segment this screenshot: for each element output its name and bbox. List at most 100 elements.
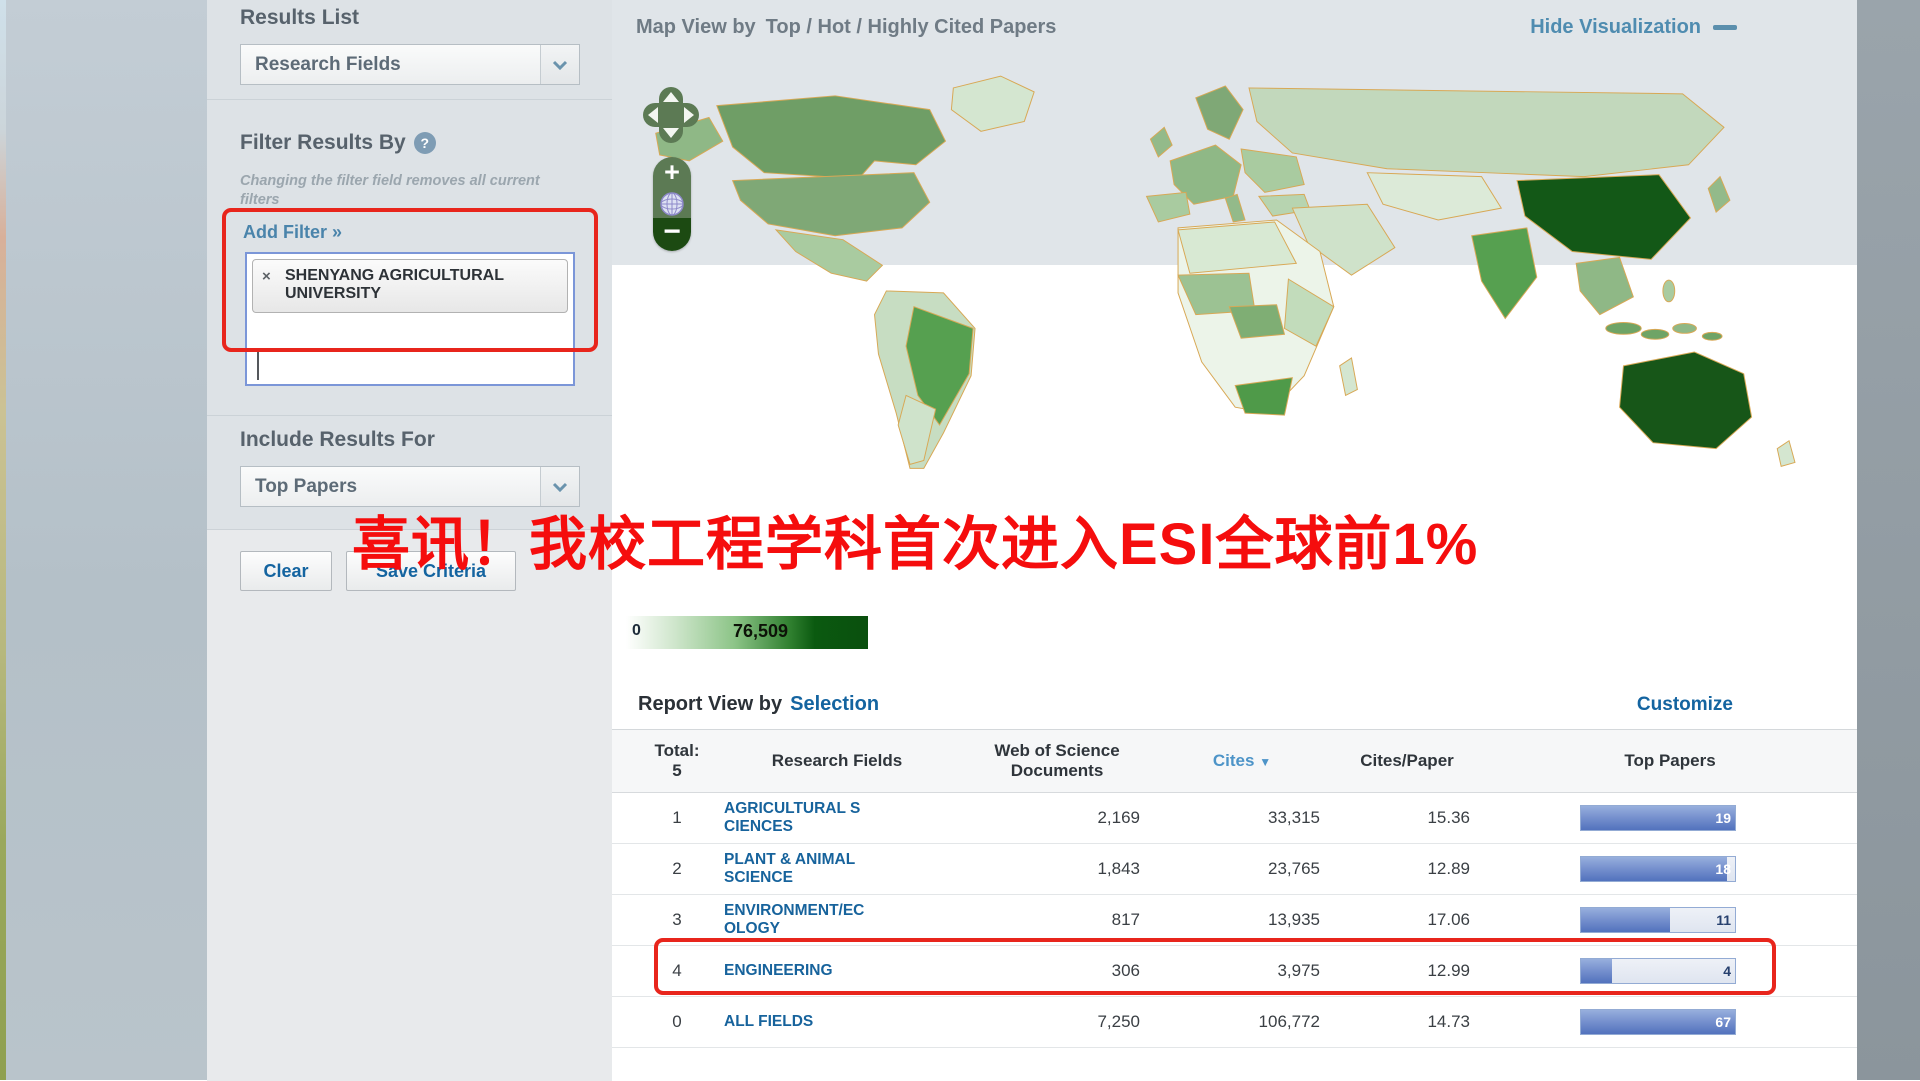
include-results-heading: Include Results For [240,428,435,452]
column-top-papers: Top Papers [1592,751,1748,771]
row-rank: 1 [642,808,712,828]
research-field-link[interactable]: PLANT & ANIMAL SCIENCE [712,851,962,888]
report-title: Report View by Selection [638,680,879,729]
row-cites-per-paper: 17.06 [1320,910,1470,930]
row-cites: 106,772 [1140,1012,1320,1032]
slide-background-right [1857,0,1920,1080]
row-rank: 0 [642,1012,712,1032]
column-total: Total: 5 [642,741,712,782]
research-field-link[interactable]: ALL FIELDS [712,1013,962,1031]
zoom-in-button[interactable]: + [653,157,691,190]
remove-filter-icon[interactable]: × [262,268,271,285]
filter-tag-label: SHENYANG AGRICULTURAL UNIVERSITY [285,267,504,302]
column-cites-per-paper: Cites/Paper [1332,751,1482,771]
filter-tag: × SHENYANG AGRICULTURAL UNIVERSITY [252,259,568,313]
table-row: 2 PLANT & ANIMAL SCIENCE 1,84323,76512.89 1… [612,844,1857,895]
top-papers-bar-fill [1581,1010,1735,1034]
table-row: 3 ENVIRONMENT/ECOLOGY 81713,93517.06 11 [612,895,1857,946]
filter-results-label: Filter Results By [240,131,406,154]
map-view-title: Map View byTop / Hot / Highly Cited Pape… [636,0,1056,54]
research-field-label[interactable]: ENGINEERING [724,962,866,980]
map-controls: + − [642,86,702,251]
column-wos-documents: Web of Science Documents [962,741,1152,782]
include-results-value: Top Papers [241,476,540,498]
filter-input-box[interactable]: × SHENYANG AGRICULTURAL UNIVERSITY [245,252,575,386]
report-table-body: 1AGRICULTURAL SCIENCES2,16933,31515.3619… [612,793,1857,1048]
legend-max-value: 76,509 [733,621,788,642]
row-cites: 3,975 [1140,961,1320,981]
customize-link[interactable]: Customize [1637,680,1733,729]
sidebar: Results List Research Fields Filter Resu… [207,0,613,1080]
row-cites: 23,765 [1140,859,1320,879]
report-header: Report View by Selection Customize [612,680,1857,730]
research-field-link[interactable]: ENVIRONMENT/ECOLOGY [712,902,962,939]
row-documents: 817 [962,910,1140,930]
top-papers-bar: 19 [1580,805,1736,831]
top-papers-bar: 18 [1580,856,1736,882]
top-papers-bar-fill [1581,857,1727,881]
row-cites: 13,935 [1140,910,1320,930]
help-icon[interactable]: ? [414,132,436,154]
clear-button[interactable]: Clear [240,551,332,591]
hide-visualization-link[interactable]: Hide Visualization [1530,0,1737,54]
row-documents: 1,843 [962,859,1140,879]
research-field-label[interactable]: ALL FIELDS [724,1013,866,1031]
top-papers-count: 4 [1723,959,1731,983]
row-rank: 3 [642,910,712,930]
top-papers-bar-fill [1581,806,1735,830]
zoom-out-button[interactable]: − [653,218,691,251]
research-field-link[interactable]: AGRICULTURAL SCIENCES [712,800,962,837]
top-papers-bar: 11 [1580,907,1736,933]
report-title-selection: Selection [790,693,879,715]
results-list-heading: Results List [240,6,359,30]
legend-min-value: 0 [632,622,641,640]
slide-background-left [0,0,207,1080]
sidebar-bottom-section [207,529,612,1081]
research-field-label[interactable]: ENVIRONMENT/ECOLOGY [724,902,866,939]
sort-descending-icon: ▼ [1259,755,1271,769]
map-zoom-control: + − [653,157,691,251]
chevron-down-icon[interactable] [540,467,579,506]
sidebar-divider [207,415,612,416]
top-papers-bar-track: 4 [1580,958,1736,984]
filter-results-heading: Filter Results By? [240,131,436,155]
research-field-link[interactable]: ENGINEERING [712,962,962,980]
save-criteria-button[interactable]: Save Criteria [346,551,516,591]
row-cites-per-paper: 12.99 [1320,961,1470,981]
row-documents: 2,169 [962,808,1140,828]
column-research-fields: Research Fields [712,751,962,771]
screenshot-root: Results List Research Fields Filter Resu… [0,0,1920,1080]
research-field-label[interactable]: PLANT & ANIMAL SCIENCE [724,851,866,888]
hide-visualization-label: Hide Visualization [1530,16,1701,39]
results-list-dropdown[interactable]: Research Fields [240,44,580,85]
top-papers-bar-track: 19 [1580,805,1736,831]
add-filter-link[interactable]: Add Filter » [243,222,342,243]
world-choropleth-map[interactable] [638,66,1860,508]
include-results-dropdown[interactable]: Top Papers [240,466,580,507]
report-title-prefix: Report View by [638,693,782,715]
row-cites-per-paper: 15.36 [1320,808,1470,828]
row-documents: 7,250 [962,1012,1140,1032]
map-pan-control[interactable] [642,86,700,144]
globe-icon[interactable] [653,190,691,218]
top-papers-bar: 67 [1580,1009,1736,1035]
row-cites-per-paper: 12.89 [1320,859,1470,879]
row-documents: 306 [962,961,1140,981]
row-cites-per-paper: 14.73 [1320,1012,1470,1032]
top-papers-count: 18 [1715,857,1731,881]
total-value: 5 [642,761,712,781]
table-header-row: Total: 5 Research Fields Web of Science … [612,730,1857,793]
top-papers-count: 19 [1715,806,1731,830]
row-rank: 2 [642,859,712,879]
report-section: Report View by Selection Customize Total:… [612,680,1857,1080]
top-papers-bar-track: 18 [1580,856,1736,882]
table-row: 0 ALL FIELDS 7,250106,77214.73 67 [612,997,1857,1048]
top-papers-count: 67 [1715,1010,1731,1034]
top-papers-bar-fill [1581,959,1612,983]
minimize-icon [1713,25,1737,30]
map-view-title-prefix: Map View by [636,16,756,38]
research-field-label[interactable]: AGRICULTURAL SCIENCES [724,800,866,837]
column-cites-sortable[interactable]: Cites ▼ [1152,751,1332,771]
chevron-down-icon[interactable] [540,45,579,84]
map-color-legend: 0 76,509 [626,616,868,649]
